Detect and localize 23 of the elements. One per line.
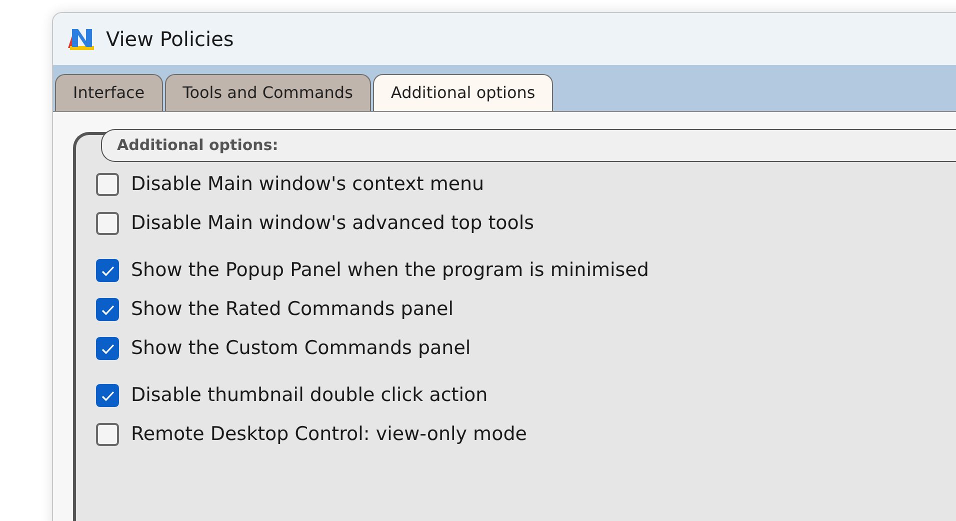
checkbox[interactable] xyxy=(96,384,119,407)
checkmark-icon xyxy=(100,264,114,276)
option-label: Show the Custom Commands panel xyxy=(131,336,471,362)
option-label: Remote Desktop Control: view-only mode xyxy=(131,422,527,448)
checkbox[interactable] xyxy=(96,298,119,321)
tab[interactable]: Tools and Commands xyxy=(164,74,371,111)
tab[interactable]: Interface xyxy=(55,74,163,111)
option-label: Disable Main window's context menu xyxy=(131,172,484,198)
option-label: Show the Rated Commands panel xyxy=(131,297,454,322)
option-label: Disable thumbnail double click action xyxy=(131,383,488,408)
option-label: Disable Main window's advanced top tools xyxy=(131,211,534,236)
checkmark-icon xyxy=(100,304,114,316)
group-title: Additional options: xyxy=(117,135,278,156)
checkmark-icon xyxy=(100,390,114,402)
checkbox[interactable] xyxy=(96,337,119,360)
checkbox[interactable] xyxy=(96,423,119,446)
option-label: Show the Popup Panel when the program is minimised xyxy=(131,258,649,284)
checkbox[interactable] xyxy=(96,173,119,196)
checkbox[interactable] xyxy=(96,212,119,235)
checkmark-icon xyxy=(100,342,114,354)
checkbox[interactable] xyxy=(96,259,119,282)
tab[interactable]: Additional options xyxy=(372,74,554,111)
window-title: View Policies xyxy=(106,26,234,53)
